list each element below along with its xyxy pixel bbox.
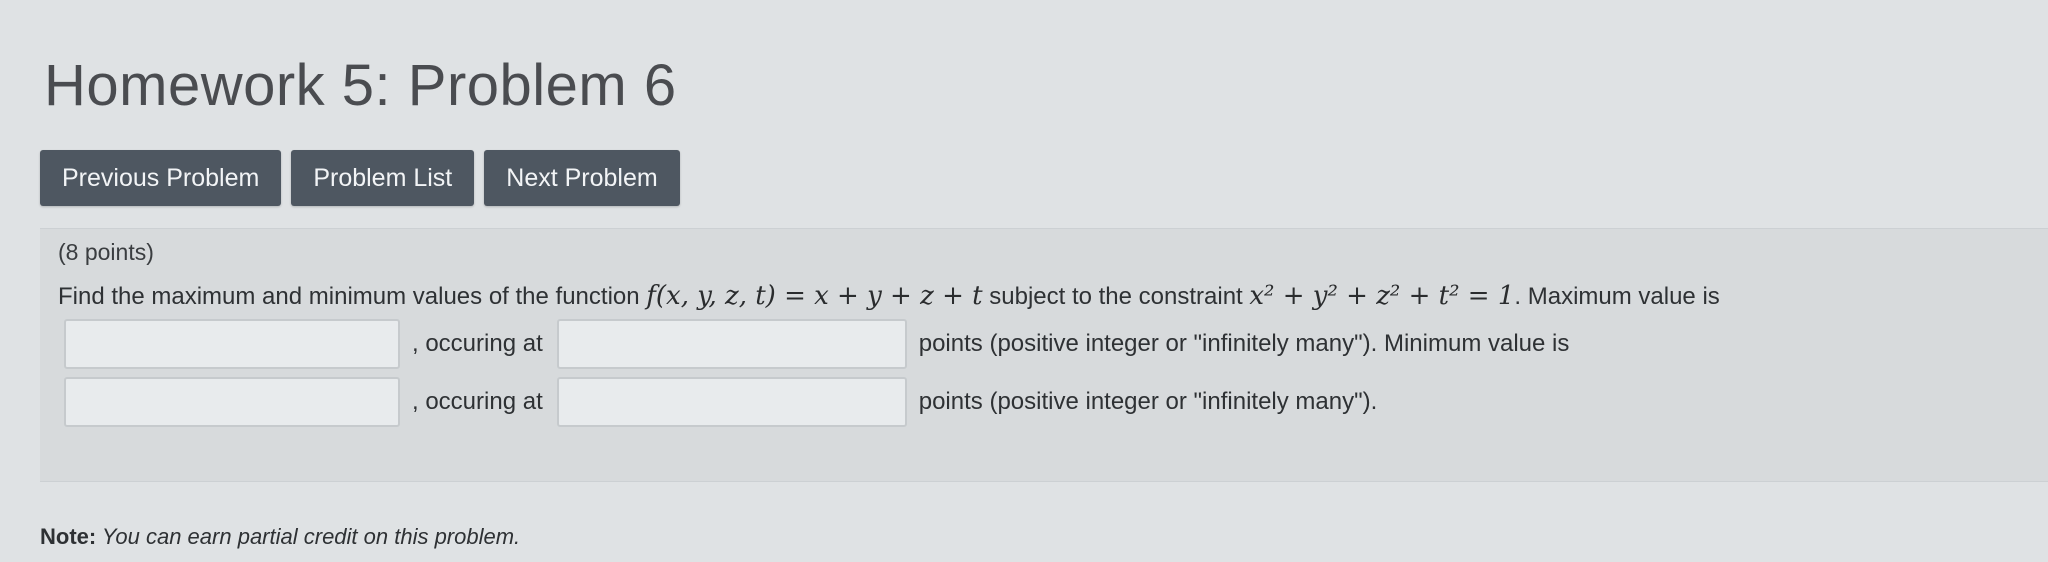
page-title: Homework 5: Problem 6 bbox=[44, 53, 677, 118]
note-label: Note: bbox=[40, 524, 97, 549]
next-problem-button[interactable]: Next Problem bbox=[484, 150, 680, 206]
problem-body: (8 points) Find the maximum and minimum … bbox=[40, 228, 2048, 482]
minimum-answer-row: , occuring at points (positive integer o… bbox=[64, 377, 1391, 427]
constraint-text: subject to the constraint bbox=[982, 283, 1250, 310]
minimum-points-count-input[interactable] bbox=[556, 377, 907, 427]
maximum-value-input[interactable] bbox=[64, 319, 400, 369]
previous-problem-button[interactable]: Previous Problem bbox=[40, 150, 282, 206]
maximum-answer-row: , occuring at points (positive integer o… bbox=[64, 319, 1583, 369]
maximum-points-count-input[interactable] bbox=[556, 319, 907, 369]
points-hint-text: points (positive integer or "infinitely … bbox=[918, 330, 1570, 357]
maximum-prompt: . Maximum value is bbox=[1514, 283, 1720, 310]
partial-credit-note: Note: You can earn partial credit on thi… bbox=[40, 524, 520, 550]
function-formula: f(x, y, z, t) = x + y + z + t bbox=[646, 281, 983, 311]
minimum-value-input[interactable] bbox=[64, 377, 400, 427]
problem-navigation: Previous Problem Problem List Next Probl… bbox=[40, 150, 680, 206]
note-text: You can earn partial credit on this prob… bbox=[96, 524, 521, 549]
constraint-formula: x² + y² + z² + t² = 1 bbox=[1249, 281, 1515, 311]
occuring-at-label: , occuring at bbox=[412, 388, 543, 415]
problem-statement: Find the maximum and minimum values of t… bbox=[58, 281, 1720, 311]
problem-intro-text: Find the maximum and minimum values of t… bbox=[58, 283, 647, 310]
points-label: (8 points) bbox=[58, 239, 154, 265]
points-hint-text: points (positive integer or "infinitely … bbox=[918, 388, 1378, 415]
occuring-at-label: , occuring at bbox=[412, 330, 543, 357]
problem-list-button[interactable]: Problem List bbox=[291, 150, 475, 206]
